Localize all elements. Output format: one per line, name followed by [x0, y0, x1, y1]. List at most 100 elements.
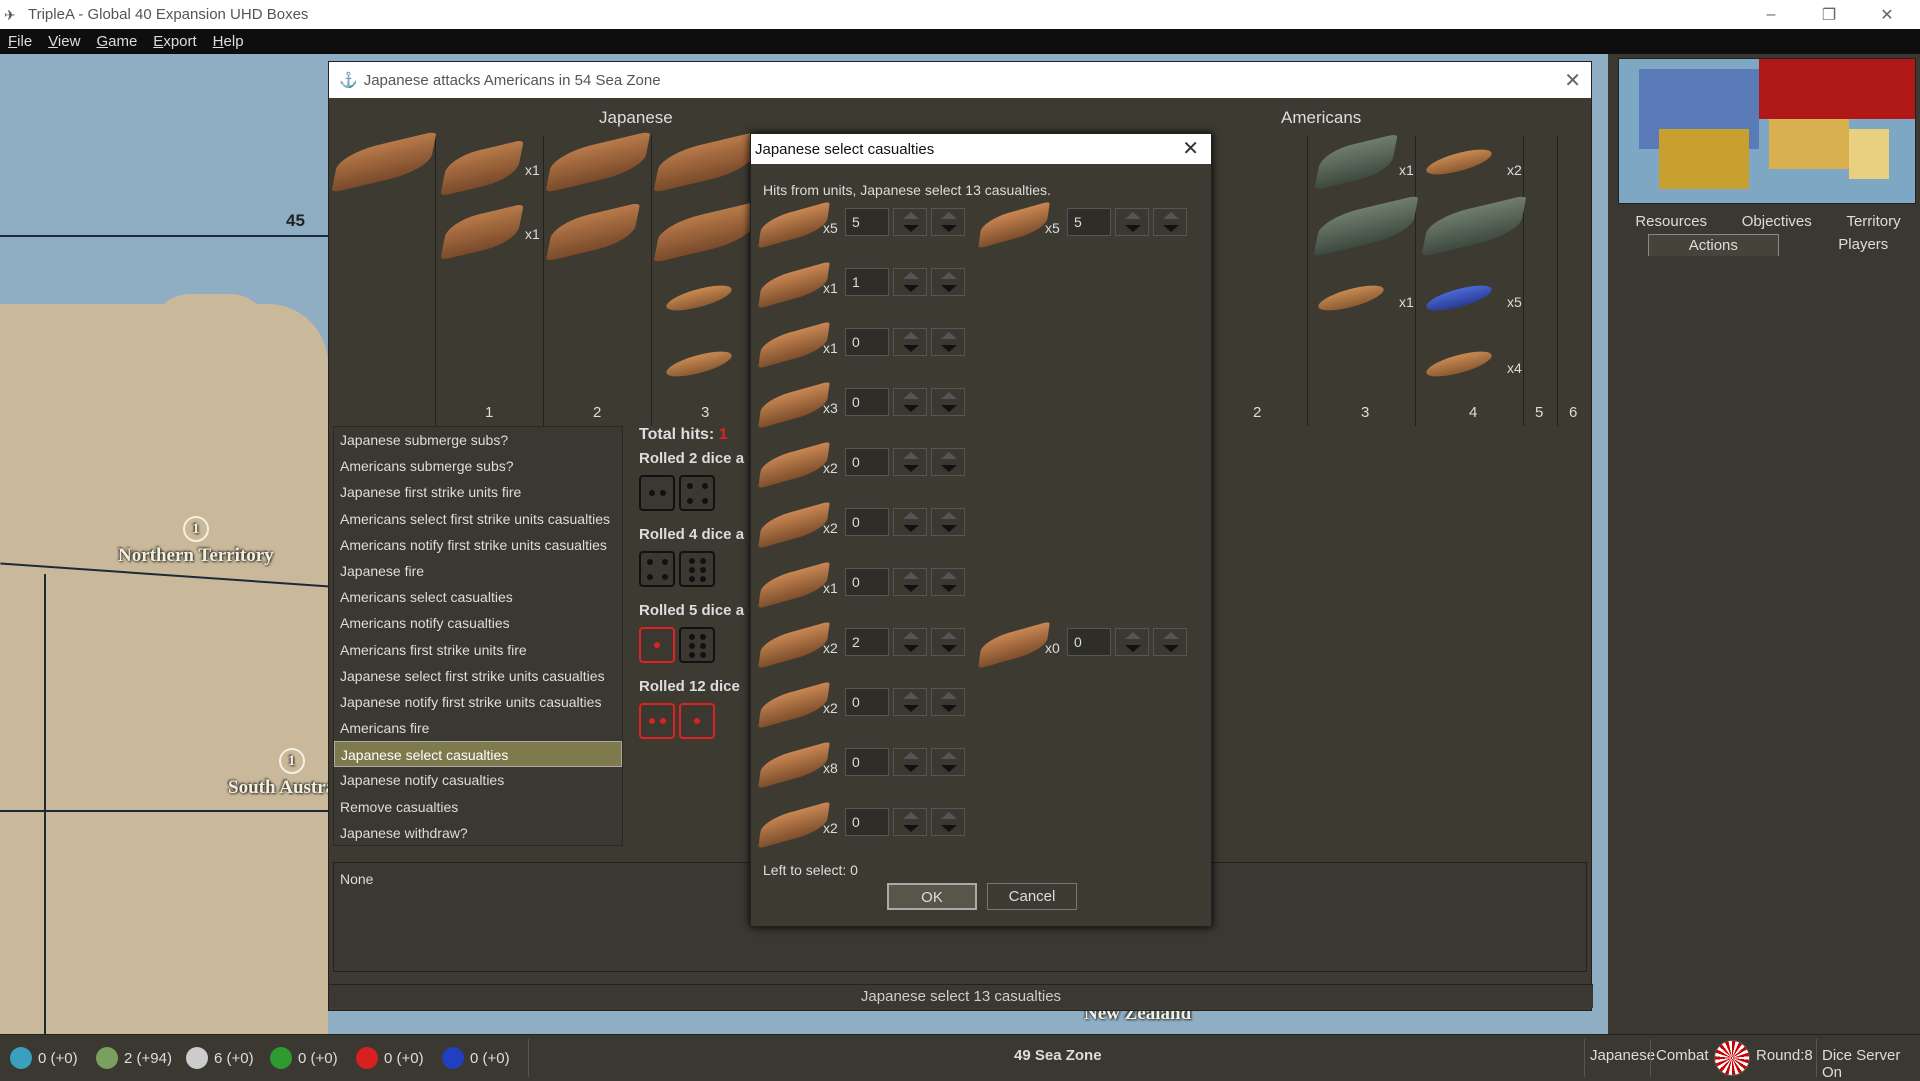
- increment-spinner[interactable]: [893, 388, 927, 416]
- max-spinner[interactable]: [931, 748, 965, 776]
- land-north: [150, 294, 270, 354]
- casualty-count-input[interactable]: 0: [845, 568, 889, 596]
- battle-step[interactable]: Japanese first strike units fire: [334, 479, 622, 505]
- battle-steps-list[interactable]: Japanese submerge subs? Americans submer…: [333, 426, 623, 846]
- unit-count: x2: [823, 460, 838, 476]
- max-spinner[interactable]: [1153, 628, 1187, 656]
- column-divider: [1307, 136, 1308, 426]
- increment-spinner[interactable]: [893, 688, 927, 716]
- increment-spinner[interactable]: [893, 268, 927, 296]
- column-divider: [435, 136, 436, 426]
- battle-step[interactable]: Americans select casualties: [334, 584, 622, 610]
- increment-spinner[interactable]: [1115, 208, 1149, 236]
- casualty-count-input[interactable]: 1: [845, 268, 889, 296]
- left-to-select: Left to select: 0: [763, 862, 858, 878]
- minimap[interactable]: [1618, 58, 1916, 204]
- window-titlebar: ✈ TripleA - Global 40 Expansion UHD Boxe…: [0, 0, 1920, 29]
- battle-step[interactable]: Americans select first strike units casu…: [334, 506, 622, 532]
- casualty-count-input[interactable]: 0: [845, 508, 889, 536]
- menu-game[interactable]: Game: [88, 33, 145, 50]
- battle-step-selected[interactable]: Japanese select casualties: [334, 741, 622, 768]
- battle-step[interactable]: Americans notify casualties: [334, 610, 622, 636]
- casualty-count-input[interactable]: 0: [845, 328, 889, 356]
- close-icon[interactable]: ✕: [1564, 68, 1581, 93]
- menu-help[interactable]: Help: [205, 33, 252, 50]
- unit-count: x8: [823, 760, 838, 776]
- casualty-count-input[interactable]: 0: [845, 388, 889, 416]
- roll-label: Rolled 4 dice a: [639, 526, 745, 543]
- tab-objectives[interactable]: Objectives: [1742, 213, 1812, 230]
- max-spinner[interactable]: [931, 628, 965, 656]
- battle-step[interactable]: Japanese notify first strike units casua…: [334, 689, 622, 715]
- ok-button[interactable]: OK: [887, 883, 977, 910]
- increment-spinner[interactable]: [893, 328, 927, 356]
- max-spinner[interactable]: [931, 688, 965, 716]
- resource-indicator: 0 (+0): [270, 1047, 338, 1069]
- max-spinner[interactable]: [931, 328, 965, 356]
- increment-spinner[interactable]: [893, 808, 927, 836]
- battle-step[interactable]: Americans submerge subs?: [334, 453, 622, 479]
- tab-territory[interactable]: Territory: [1846, 213, 1900, 230]
- battle-step[interactable]: Remove casualties: [334, 794, 622, 820]
- unit-icon: [758, 621, 830, 669]
- close-icon[interactable]: ✕: [1182, 136, 1199, 161]
- resource-value: 0 (+0): [38, 1049, 78, 1067]
- unit-count: x4: [1507, 360, 1522, 376]
- cancel-button[interactable]: Cancel: [987, 883, 1077, 910]
- roll-group: Rolled 5 dice a: [639, 602, 744, 672]
- casualty-count-input[interactable]: 0: [845, 448, 889, 476]
- increment-spinner[interactable]: [893, 448, 927, 476]
- increment-spinner[interactable]: [893, 208, 927, 236]
- sea-zone-number: 45: [286, 211, 305, 230]
- increment-spinner[interactable]: [893, 508, 927, 536]
- casualty-count-input[interactable]: 0: [845, 688, 889, 716]
- territory-northern[interactable]: 1 Northern Territory: [118, 516, 274, 565]
- minimize-icon[interactable]: –: [1742, 0, 1800, 29]
- menu-file[interactable]: File: [0, 33, 40, 50]
- increment-spinner[interactable]: [893, 628, 927, 656]
- battle-step[interactable]: Japanese select first strike units casua…: [334, 663, 622, 689]
- battle-step[interactable]: Americans fire: [334, 715, 622, 741]
- tab-actions[interactable]: Actions: [1647, 233, 1779, 256]
- increment-spinner[interactable]: [893, 568, 927, 596]
- casualty-count-input[interactable]: 2: [845, 628, 889, 656]
- increment-spinner[interactable]: [893, 748, 927, 776]
- max-spinner[interactable]: [931, 268, 965, 296]
- column-divider: [1557, 136, 1558, 426]
- max-spinner[interactable]: [931, 388, 965, 416]
- battle-step[interactable]: Japanese submerge subs?: [334, 427, 622, 453]
- restore-icon[interactable]: ❐: [1800, 0, 1858, 29]
- max-spinner[interactable]: [931, 448, 965, 476]
- land-australia: [0, 304, 328, 1034]
- battle-step[interactable]: Japanese fire: [334, 558, 622, 584]
- max-spinner[interactable]: [1153, 208, 1187, 236]
- defender-column-number: 2: [1253, 404, 1262, 421]
- unit-count: x2: [823, 640, 838, 656]
- bomber-unit: [664, 346, 734, 382]
- casualty-count-input[interactable]: 0: [845, 748, 889, 776]
- increment-spinner[interactable]: [1115, 628, 1149, 656]
- damaged-unit-icon: [978, 201, 1050, 249]
- casualty-count-input[interactable]: 5: [845, 208, 889, 236]
- tab-resources[interactable]: Resources: [1635, 213, 1707, 230]
- damage-count-input[interactable]: 5: [1067, 208, 1111, 236]
- casualty-count-input[interactable]: 0: [845, 808, 889, 836]
- battle-step[interactable]: Americans first strike units fire: [334, 637, 622, 663]
- total-hits-label: Total hits:: [639, 426, 715, 443]
- battle-title: Japanese attacks Americans in 54 Sea Zon…: [363, 71, 661, 89]
- battle-step[interactable]: Americans notify first strike units casu…: [334, 532, 622, 558]
- battle-step[interactable]: Japanese notify casualties: [334, 767, 622, 793]
- unit-count: x1: [525, 226, 540, 242]
- menu-export[interactable]: Export: [145, 33, 204, 50]
- die-icon: [679, 475, 715, 511]
- tab-players[interactable]: Players: [1838, 236, 1888, 253]
- max-spinner[interactable]: [931, 808, 965, 836]
- dialog-title: Japanese select casualties: [755, 140, 935, 158]
- menu-view[interactable]: View: [40, 33, 88, 50]
- battle-step[interactable]: Japanese withdraw?: [334, 820, 622, 846]
- close-window-icon[interactable]: ✕: [1858, 0, 1916, 29]
- max-spinner[interactable]: [931, 568, 965, 596]
- max-spinner[interactable]: [931, 508, 965, 536]
- damage-count-input[interactable]: 0: [1067, 628, 1111, 656]
- max-spinner[interactable]: [931, 208, 965, 236]
